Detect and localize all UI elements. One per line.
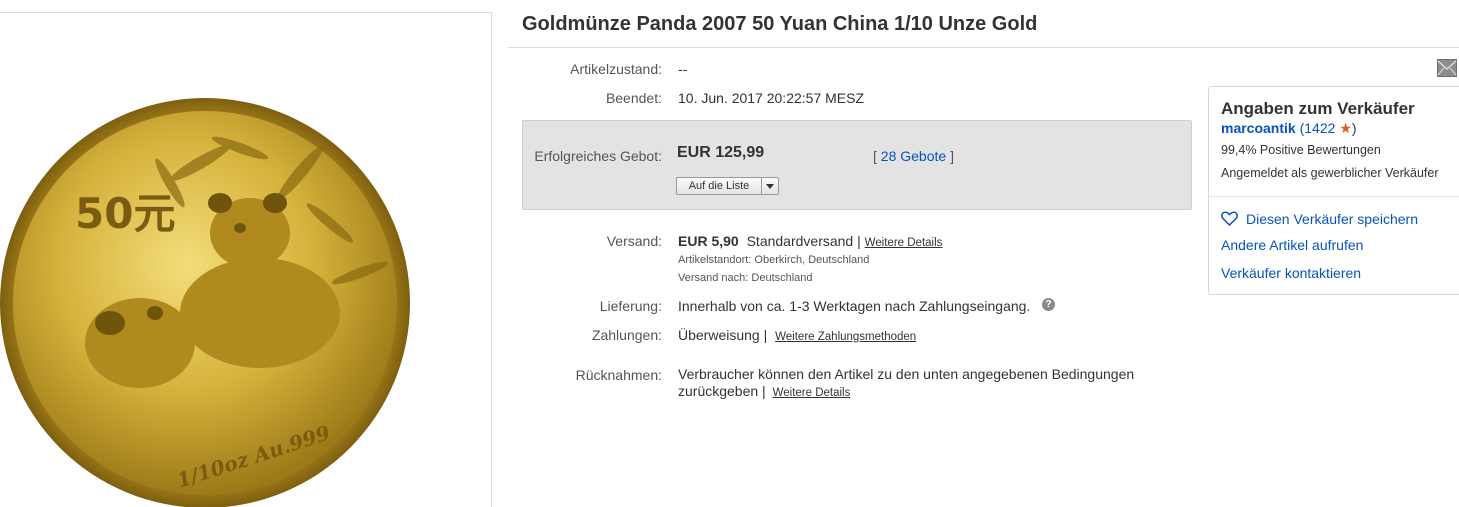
returns-line1: Verbraucher können den Artikel zu den un… bbox=[678, 366, 1135, 382]
winning-bid-amount: EUR 125,99 bbox=[677, 144, 765, 161]
title-divider bbox=[508, 47, 1459, 48]
save-seller-label[interactable]: Diesen Verkäufer speichern bbox=[1246, 211, 1418, 227]
bids-bracket-close: ] bbox=[950, 148, 954, 164]
help-icon[interactable]: ? bbox=[1042, 298, 1055, 311]
shipping-label: Versand: bbox=[606, 233, 662, 249]
seller-name-link[interactable]: marcoantik bbox=[1221, 120, 1296, 136]
returns-label: Rücknahmen: bbox=[575, 367, 662, 383]
seller-info-panel: Angaben zum Verkäufer marcoantik (1422 ★… bbox=[1208, 86, 1459, 295]
seller-divider bbox=[1209, 196, 1459, 197]
feedback-close: ) bbox=[1351, 120, 1357, 136]
watchlist-button-label[interactable]: Auf die Liste bbox=[677, 178, 762, 194]
delivery-value: Innerhalb von ca. 1-3 Werktagen nach Zah… bbox=[678, 298, 1031, 314]
bid-box bbox=[522, 120, 1192, 210]
feedback-score-link[interactable]: 1422 bbox=[1304, 120, 1335, 136]
shipping-method: Standardversand | bbox=[746, 233, 861, 249]
positive-feedback: 99,4% Positive Bewertungen bbox=[1221, 143, 1381, 157]
bids-bracket-open: [ bbox=[873, 148, 877, 164]
other-items-link[interactable]: Andere Artikel aufrufen bbox=[1221, 237, 1363, 253]
add-to-watchlist-button[interactable]: Auf die Liste bbox=[676, 177, 779, 195]
coin-image[interactable]: 50元 1/10oz Au.999 bbox=[0, 13, 492, 507]
winning-bid-label: Erfolgreiches Gebot: bbox=[534, 148, 662, 164]
item-title: Goldmünze Panda 2007 50 Yuan China 1/10 … bbox=[522, 13, 1038, 35]
ended-value: 10. Jun. 2017 20:22:57 MESZ bbox=[678, 90, 865, 106]
shipping-cost: EUR 5,90 bbox=[678, 233, 739, 249]
returns-line2-row: zurückgeben | Weitere Details bbox=[678, 383, 850, 399]
ships-to: Versand nach: Deutschland bbox=[678, 272, 813, 284]
bid-history-link[interactable]: 28 Gebote bbox=[881, 148, 946, 164]
bid-count: [ 28 Gebote ] bbox=[873, 148, 954, 164]
contact-seller-link[interactable]: Verkäufer kontaktieren bbox=[1221, 265, 1361, 281]
condition-value: -- bbox=[678, 61, 688, 77]
chevron-down-icon[interactable] bbox=[762, 178, 778, 194]
coin-denomination: 50元 bbox=[75, 189, 175, 238]
payments-label: Zahlungen: bbox=[591, 327, 662, 343]
item-location: Artikelstandort: Oberkirch, Deutschland bbox=[678, 254, 870, 266]
payment-method: Überweisung | bbox=[678, 327, 768, 343]
ended-label: Beendet: bbox=[605, 90, 662, 106]
star-icon: ★ bbox=[1339, 120, 1352, 136]
shipping-row: EUR 5,90 Standardversand | Weitere Detai… bbox=[678, 233, 942, 249]
save-seller-link[interactable]: Diesen Verkäufer speichern bbox=[1221, 211, 1418, 227]
shipping-details-link[interactable]: Weitere Details bbox=[865, 237, 943, 249]
seller-heading: Angaben zum Verkäufer bbox=[1221, 99, 1415, 118]
envelope-icon[interactable] bbox=[1437, 59, 1457, 77]
payments-row: Überweisung | Weitere Zahlungsmethoden bbox=[678, 327, 916, 343]
heart-icon[interactable] bbox=[1221, 211, 1238, 227]
returns-line2: zurückgeben | bbox=[678, 383, 766, 399]
seller-name-row: marcoantik (1422 ★) bbox=[1221, 120, 1357, 137]
seller-registration: Angemeldet als gewerblicher Verkäufer bbox=[1221, 166, 1439, 180]
condition-label: Artikelzustand: bbox=[570, 61, 662, 77]
returns-details-link[interactable]: Weitere Details bbox=[773, 387, 851, 399]
item-image-panel[interactable]: 50元 1/10oz Au.999 bbox=[0, 12, 492, 507]
more-payment-methods-link[interactable]: Weitere Zahlungsmethoden bbox=[775, 331, 916, 343]
delivery-label: Lieferung: bbox=[599, 298, 662, 314]
